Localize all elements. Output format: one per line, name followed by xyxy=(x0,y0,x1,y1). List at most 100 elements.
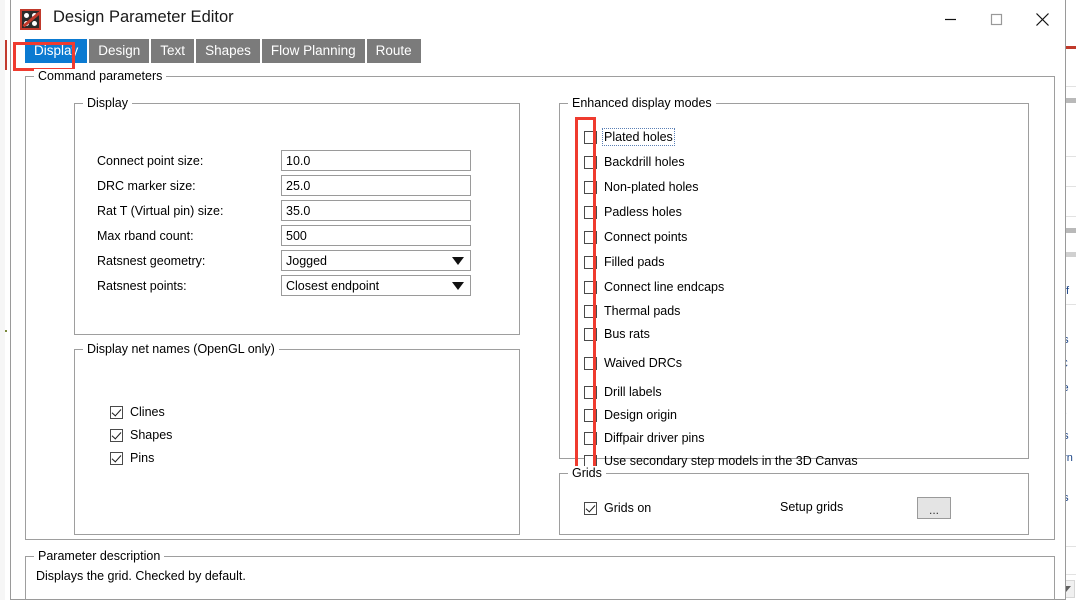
tab-design[interactable]: Design xyxy=(89,39,150,63)
checkbox-pins[interactable]: Pins xyxy=(110,449,154,467)
checkbox-filled-pads[interactable]: Filled pads xyxy=(584,253,664,271)
checkbox-use-secondary-step-models[interactable]: Use secondary step models in the 3D Canv… xyxy=(584,452,858,470)
checkbox-use-secondary-step-models-label: Use secondary step models in the 3D Canv… xyxy=(604,454,858,468)
checkbox-waived-drcs-label: Waived DRCs xyxy=(604,356,683,370)
close-button[interactable] xyxy=(1019,0,1065,39)
drc-marker-size-label: DRC marker size: xyxy=(97,179,196,193)
checkbox-shapes-label: Shapes xyxy=(130,428,173,442)
checkbox-design-origin[interactable]: Design origin xyxy=(584,406,677,424)
checkbox-connect-points-label: Connect points xyxy=(604,230,688,244)
connect-point-size-label: Connect point size: xyxy=(97,154,204,168)
tab-shapes[interactable]: Shapes xyxy=(196,39,260,63)
display-group-legend: Display xyxy=(83,96,132,110)
checkbox-icon xyxy=(584,431,597,445)
checkbox-padless-holes[interactable]: Padless holes xyxy=(584,203,682,221)
checkbox-non-plated-holes-label: Non-plated holes xyxy=(604,180,699,194)
checkbox-grids-on[interactable]: Grids on xyxy=(584,499,651,517)
minimize-button[interactable] xyxy=(927,0,973,39)
checkbox-plated-holes[interactable]: Plated holes xyxy=(584,128,675,146)
parameter-description-group: Parameter description Displays the grid.… xyxy=(25,549,1055,600)
tab-route[interactable]: Route xyxy=(366,39,421,63)
checkbox-icon xyxy=(584,385,597,399)
checkbox-clines-label: Clines xyxy=(130,405,165,419)
title-bar: Design Parameter Editor xyxy=(11,0,1065,39)
checkbox-backdrill-holes-label: Backdrill holes xyxy=(604,155,685,169)
window-controls xyxy=(927,0,1065,39)
max-rband-count-input[interactable] xyxy=(281,225,471,246)
checkbox-non-plated-holes[interactable]: Non-plated holes xyxy=(584,178,699,196)
rat-t-size-label: Rat T (Virtual pin) size: xyxy=(97,204,224,218)
parameter-description-legend: Parameter description xyxy=(34,549,165,563)
drc-marker-size-row: DRC marker size: xyxy=(97,175,196,197)
ratsnest-points-select[interactable]: Closest endpoint xyxy=(281,275,471,296)
checkbox-connect-line-endcaps[interactable]: Connect line endcaps xyxy=(584,278,724,296)
background-left-red-mark xyxy=(5,40,7,70)
checkbox-waived-drcs[interactable]: Waived DRCs xyxy=(584,354,682,372)
maximize-button[interactable] xyxy=(973,0,1019,39)
checkbox-icon xyxy=(584,280,597,294)
screen: off w es /C se s es ern es Design Parame… xyxy=(0,0,1076,600)
rat-t-size-row: Rat T (Virtual pin) size: xyxy=(97,200,223,222)
checkbox-shapes[interactable]: Shapes xyxy=(110,426,172,444)
checkbox-backdrill-holes[interactable]: Backdrill holes xyxy=(584,153,685,171)
checkbox-thermal-pads[interactable]: Thermal pads xyxy=(584,302,680,320)
checkbox-diffpair-driver-pins[interactable]: Diffpair driver pins xyxy=(584,429,705,447)
checkbox-icon xyxy=(584,501,597,515)
design-parameter-editor-dialog: Design Parameter Editor Display Design T… xyxy=(10,0,1066,600)
chevron-down-icon xyxy=(452,281,464,290)
tab-text[interactable]: Text xyxy=(151,39,195,63)
parameter-description-text: Displays the grid. Checked by default. xyxy=(36,569,246,583)
connect-point-size-input[interactable] xyxy=(281,150,471,171)
max-rband-count-row: Max rband count: xyxy=(97,225,194,247)
background-left-gutter xyxy=(0,0,5,600)
checkbox-icon xyxy=(584,205,597,219)
checkbox-grids-on-label: Grids on xyxy=(604,501,652,515)
display-net-names-group: Display net names (OpenGL only) Clines S… xyxy=(74,342,520,535)
tab-flow-planning[interactable]: Flow Planning xyxy=(261,39,365,63)
tab-display[interactable]: Display xyxy=(25,39,88,63)
ratsnest-geometry-value: Jogged xyxy=(286,253,328,268)
checkbox-design-origin-label: Design origin xyxy=(604,408,677,422)
checkbox-plated-holes-label: Plated holes xyxy=(602,128,675,146)
checkbox-connect-line-endcaps-label: Connect line endcaps xyxy=(604,280,725,294)
checkbox-icon xyxy=(110,451,123,465)
drc-marker-size-input[interactable] xyxy=(281,175,471,196)
checkbox-icon xyxy=(110,405,123,419)
display-group: Display Connect point size: DRC marker s… xyxy=(74,96,520,335)
checkbox-connect-points[interactable]: Connect points xyxy=(584,228,687,246)
checkbox-icon xyxy=(584,230,597,244)
checkbox-drill-labels[interactable]: Drill labels xyxy=(584,383,662,401)
checkbox-bus-rats[interactable]: Bus rats xyxy=(584,325,650,343)
rat-t-size-input[interactable] xyxy=(281,200,471,221)
enhanced-display-modes-group: Enhanced display modes Plated holes Back… xyxy=(559,96,1029,468)
checkbox-filled-pads-label: Filled pads xyxy=(604,255,665,269)
checkbox-diffpair-driver-pins-label: Diffpair driver pins xyxy=(604,431,705,445)
ratsnest-points-value: Closest endpoint xyxy=(286,278,380,293)
checkbox-padless-holes-label: Padless holes xyxy=(604,205,682,219)
ratsnest-geometry-select[interactable]: Jogged xyxy=(281,250,471,271)
max-rband-count-label: Max rband count: xyxy=(97,229,194,243)
checkbox-icon xyxy=(584,155,597,169)
display-net-names-legend: Display net names (OpenGL only) xyxy=(83,342,279,356)
grids-group: Grids Grids on Setup grids ... xyxy=(559,466,1029,535)
checkbox-drill-labels-label: Drill labels xyxy=(604,385,662,399)
enhanced-display-modes-legend: Enhanced display modes xyxy=(568,96,716,110)
grids-legend: Grids xyxy=(568,466,606,480)
checkbox-icon xyxy=(584,356,597,370)
maximize-icon xyxy=(990,13,1002,26)
checkbox-icon xyxy=(584,408,597,422)
connect-point-size-row: Connect point size: xyxy=(97,150,203,172)
checkbox-icon xyxy=(110,428,123,442)
checkbox-clines[interactable]: Clines xyxy=(110,403,165,421)
minimize-icon xyxy=(944,18,956,21)
app-icon xyxy=(20,9,41,30)
window-title: Design Parameter Editor xyxy=(53,8,234,26)
setup-grids-label: Setup grids xyxy=(780,500,844,514)
command-parameters-legend: Command parameters xyxy=(34,69,167,83)
checkbox-thermal-pads-label: Thermal pads xyxy=(604,304,681,318)
setup-grids-button[interactable]: ... xyxy=(917,497,951,519)
checkbox-icon xyxy=(584,180,597,194)
chevron-down-icon xyxy=(452,256,464,265)
background-left-green-mark xyxy=(5,330,7,332)
close-icon xyxy=(1035,13,1049,26)
